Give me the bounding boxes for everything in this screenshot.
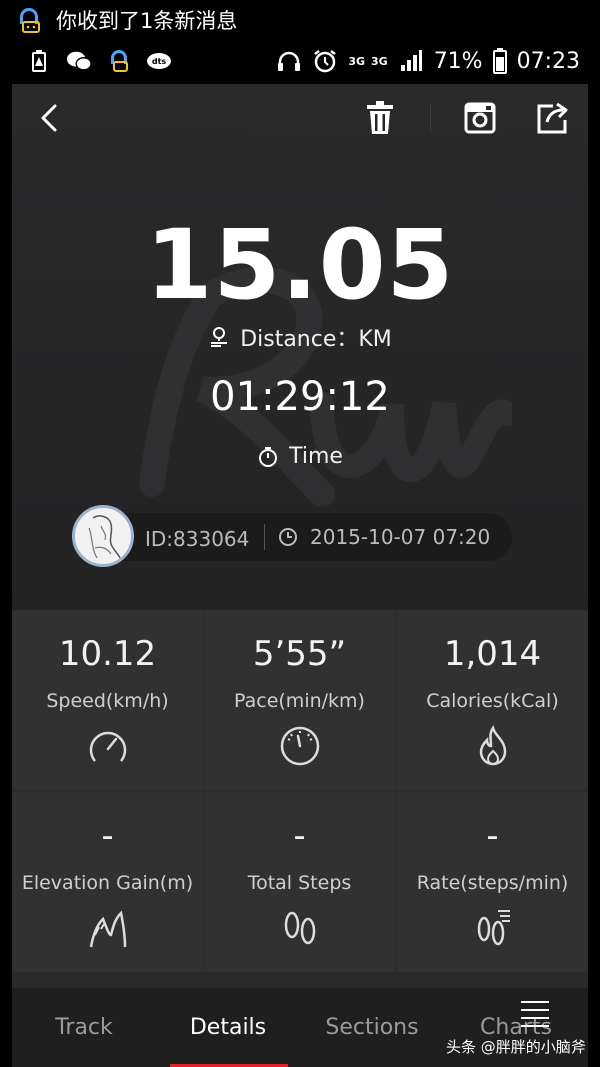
footprints-icon bbox=[284, 911, 316, 945]
stat-speed: 10.12 Speed(km/h) bbox=[12, 610, 203, 790]
distance-value: 15.05 bbox=[145, 209, 455, 321]
step-rate-icon bbox=[477, 910, 510, 946]
stat-value: - bbox=[486, 816, 499, 856]
run-detail-screen: 15.05 Distance：KM 01:29:12 Time ID:83306… bbox=[12, 84, 588, 1067]
stat-elevation: - Elevation Gain(m) bbox=[12, 792, 203, 972]
chevron-left-icon bbox=[41, 104, 57, 132]
back-button[interactable] bbox=[28, 96, 72, 140]
distance-label: Distance：KM bbox=[240, 327, 392, 352]
headphones-icon bbox=[276, 48, 302, 74]
signal-3g-label: 3G bbox=[348, 54, 365, 68]
stat-value: - bbox=[293, 816, 306, 856]
chat-bot-small-icon bbox=[106, 48, 132, 74]
stat-label: Calories(kCal) bbox=[426, 690, 559, 712]
share-button[interactable] bbox=[530, 96, 574, 140]
route-pin-icon bbox=[211, 327, 228, 347]
svg-text:dts: dts bbox=[152, 57, 167, 66]
tab-track[interactable]: Track bbox=[12, 988, 156, 1067]
pill-divider bbox=[264, 524, 265, 550]
stat-step-rate: - Rate(steps/min) bbox=[397, 792, 588, 972]
stat-label: Total Steps bbox=[247, 872, 352, 894]
dts-icon: dts bbox=[146, 48, 172, 74]
stat-label: Rate(steps/min) bbox=[416, 872, 569, 894]
avatar[interactable] bbox=[72, 505, 134, 567]
stats-grid: 10.12 Speed(km/h) 5’55” Pace(min/km) 1,0… bbox=[12, 610, 588, 972]
trash-icon bbox=[367, 101, 393, 134]
gauge-icon bbox=[280, 726, 320, 766]
stat-value: 5’55” bbox=[252, 634, 347, 674]
clock: 07:23 bbox=[516, 48, 580, 74]
instagram-icon bbox=[464, 102, 496, 134]
share-icon bbox=[537, 102, 568, 134]
wechat-icon bbox=[66, 48, 92, 74]
toolbar bbox=[12, 84, 588, 154]
stat-total-steps: - Total Steps bbox=[204, 792, 395, 972]
tab-sections[interactable]: Sections bbox=[300, 988, 444, 1067]
time-label-row: Time bbox=[12, 444, 588, 469]
distance-label-row: Distance：KM bbox=[12, 321, 588, 353]
elevation-icon bbox=[89, 910, 127, 948]
alarm-icon bbox=[312, 48, 338, 74]
notification-text: 你收到了1条新消息 bbox=[56, 9, 238, 33]
stat-label: Pace(min/km) bbox=[234, 690, 365, 712]
user-id: ID:833064 bbox=[145, 527, 250, 551]
run-datetime-row: 2015-10-07 07:20 bbox=[278, 525, 490, 549]
instagram-share-button[interactable] bbox=[458, 96, 502, 140]
toolbar-divider bbox=[430, 104, 431, 132]
status-bar: dts 3G 3G 71% 07:23 bbox=[0, 40, 600, 82]
run-datetime: 2015-10-07 07:20 bbox=[310, 525, 491, 549]
stat-pace: 5’55” Pace(min/km) bbox=[204, 610, 395, 790]
speedometer-icon bbox=[89, 731, 127, 762]
signal-bars-icon bbox=[398, 48, 424, 74]
clock-icon bbox=[279, 528, 297, 546]
avatar-sketch-icon bbox=[88, 515, 122, 561]
stat-calories: 1,014 Calories(kCal) bbox=[397, 610, 588, 790]
chat-bot-icon bbox=[14, 5, 44, 35]
stat-value: - bbox=[101, 816, 114, 856]
signal-3g-label-2: 3G bbox=[371, 54, 388, 68]
stat-value: 10.12 bbox=[58, 634, 157, 674]
battery-percent: 71% bbox=[433, 48, 483, 74]
tab-details[interactable]: Details bbox=[156, 988, 300, 1067]
battery-icon bbox=[492, 48, 507, 74]
stat-value: 1,014 bbox=[443, 634, 542, 674]
stopwatch-icon bbox=[259, 446, 278, 467]
stat-label: Elevation Gain(m) bbox=[21, 872, 194, 894]
notification-bar: 你收到了1条新消息 bbox=[0, 0, 600, 40]
time-label: Time bbox=[289, 444, 343, 469]
flame-icon bbox=[479, 725, 507, 766]
delete-button[interactable] bbox=[358, 96, 402, 140]
stat-label: Speed(km/h) bbox=[46, 690, 169, 712]
time-value: 01:29:12 bbox=[210, 374, 390, 420]
menu-icon[interactable] bbox=[517, 996, 553, 1032]
warning-battery-icon bbox=[26, 48, 52, 74]
source-watermark: 头条 @胖胖的小脑斧 bbox=[446, 1038, 586, 1056]
